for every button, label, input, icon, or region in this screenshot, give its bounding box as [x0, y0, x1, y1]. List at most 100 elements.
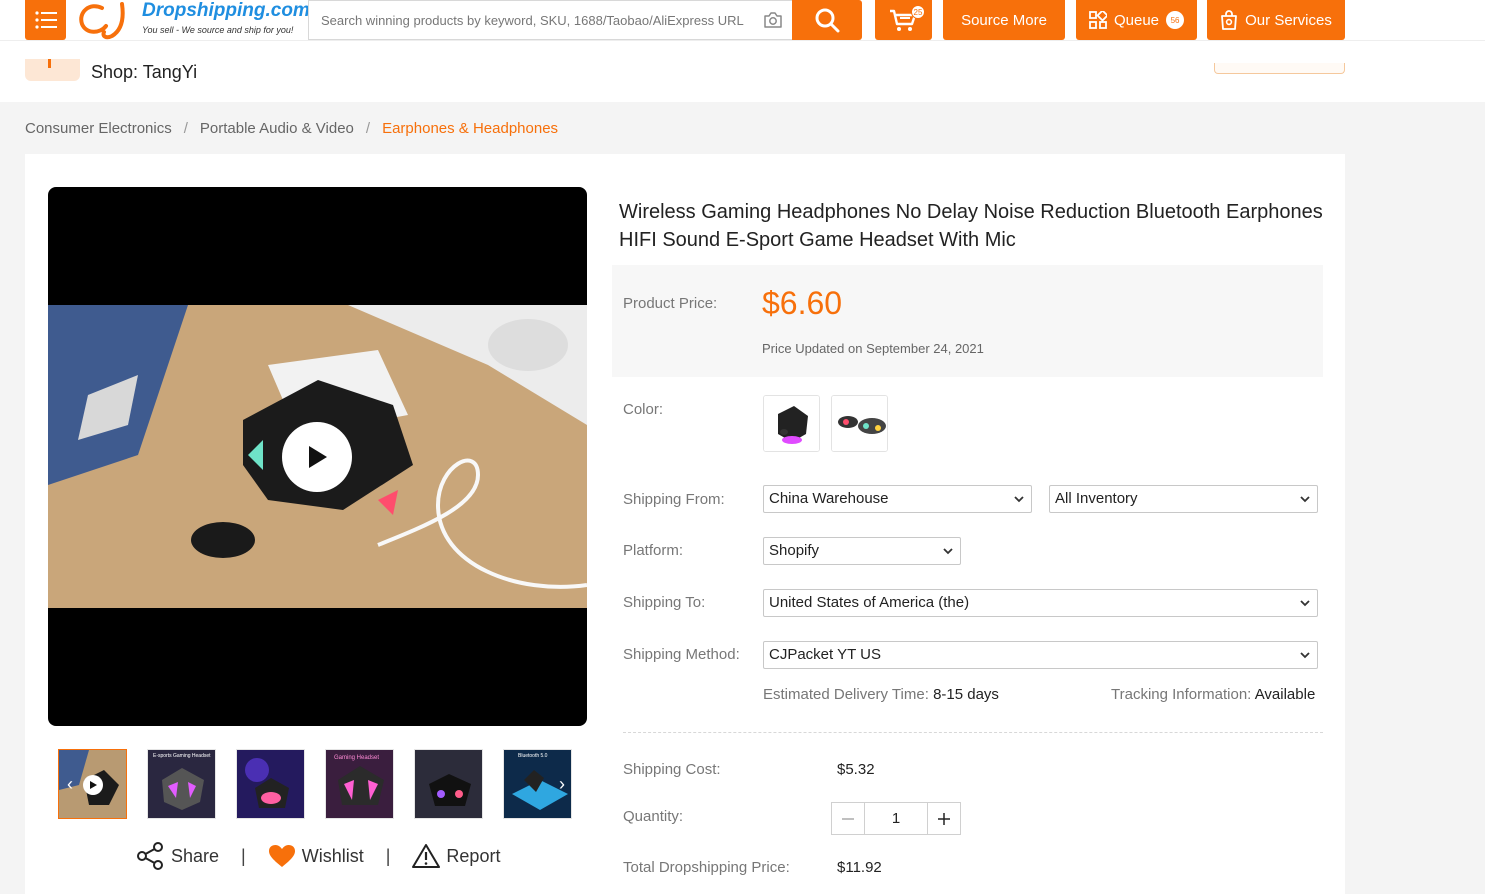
chevron-down-icon	[943, 548, 953, 555]
quantity-input[interactable]	[865, 803, 927, 834]
report-button[interactable]: Report	[412, 843, 500, 869]
heart-icon	[268, 845, 295, 867]
delivery-time: Estimated Delivery Time: 8-15 days	[763, 686, 999, 703]
cj-logo-mark-icon	[79, 2, 125, 40]
thumbnail-image[interactable]: Gaming Headset	[325, 749, 394, 819]
tracking-info: Tracking Information: Available	[1111, 686, 1315, 703]
breadcrumb-separator: /	[365, 120, 371, 137]
breadcrumb: Consumer Electronics / Portable Audio & Vi…	[25, 120, 558, 137]
shop-name[interactable]: Shop: TangYi	[91, 62, 197, 83]
chevron-down-icon	[1300, 652, 1310, 659]
shop-logo[interactable]	[25, 59, 80, 81]
quantity-decrease-button[interactable]	[832, 803, 865, 834]
inventory-value: All Inventory	[1055, 490, 1138, 507]
price-label: Product Price:	[623, 295, 718, 312]
thumbnail-image[interactable]	[236, 749, 305, 819]
play-button[interactable]	[282, 422, 352, 492]
thumbnail-image[interactable]: Bluetooth 5.0 ›	[503, 749, 572, 819]
queue-button[interactable]: Queue 56	[1076, 0, 1197, 40]
shipping-cost-label: Shipping Cost:	[623, 761, 721, 778]
report-label: Report	[446, 845, 501, 866]
camera-search-icon[interactable]	[763, 11, 783, 29]
search-box	[308, 0, 792, 40]
shipping-method-select[interactable]: CJPacket YT US	[763, 641, 1318, 669]
queue-count-badge: 56	[1166, 11, 1185, 29]
thumbnail-image[interactable]	[414, 749, 483, 819]
quantity-increase-button[interactable]	[927, 803, 960, 834]
share-icon	[137, 842, 163, 870]
shipping-cost-value: $5.32	[837, 761, 875, 778]
quantity-stepper	[831, 802, 961, 835]
top-navigation-bar: Dropshipping.com You sell - We source an…	[0, 0, 1485, 40]
thumbnail-video[interactable]: ‹	[58, 749, 127, 819]
total-price-label: Total Dropshipping Price:	[623, 859, 790, 876]
thumbnail-caption: E-sports Gaming Headset	[153, 753, 211, 759]
thumbnail-caption: Bluetooth 5.0	[518, 753, 548, 759]
queue-grid-icon	[1089, 11, 1107, 29]
cart-count-badge: 25	[911, 5, 925, 19]
source-more-button[interactable]: Source More	[943, 0, 1065, 40]
product-title: Wireless Gaming Headphones No Delay Nois…	[619, 201, 1323, 251]
inventory-select[interactable]: All Inventory	[1049, 485, 1318, 513]
chevron-down-icon	[1300, 600, 1310, 607]
minus-icon	[842, 817, 854, 820]
share-label: Share	[171, 845, 220, 866]
list-menu-icon	[34, 11, 57, 29]
platform-value: Shopify	[769, 542, 820, 559]
shipping-to-select[interactable]: United States of America (the)	[763, 589, 1318, 617]
share-button[interactable]: Share	[135, 841, 219, 871]
queue-label: Queue	[1113, 11, 1160, 29]
product-video[interactable]	[48, 187, 587, 726]
shipping-from-label: Shipping From:	[623, 491, 725, 508]
thumbnail-prev-arrow-icon[interactable]: ‹	[62, 774, 78, 794]
our-services-button[interactable]: Our Services	[1207, 0, 1345, 40]
thumbnail-next-arrow-icon[interactable]: ›	[554, 774, 570, 794]
platform-label: Platform:	[623, 542, 684, 559]
search-button[interactable]	[792, 0, 862, 40]
breadcrumb-current[interactable]: Earphones & Headphones	[382, 120, 558, 137]
brand-logo[interactable]: Dropshipping.com You sell - We source an…	[76, 0, 310, 40]
play-icon	[309, 446, 327, 468]
delivery-time-value: 8-15 days	[933, 686, 999, 703]
search-input[interactable]	[309, 1, 759, 39]
quantity-label: Quantity:	[623, 808, 684, 825]
shipping-from-select[interactable]: China Warehouse	[763, 485, 1032, 513]
shipping-to-label: Shipping To:	[623, 594, 706, 611]
shipping-method-label: Shipping Method:	[623, 646, 740, 663]
wishlist-label: Wishlist	[301, 845, 364, 866]
plus-icon	[938, 812, 950, 825]
platform-select[interactable]: Shopify	[763, 537, 961, 565]
action-divider: |	[241, 845, 246, 866]
chevron-down-icon	[1014, 496, 1024, 503]
total-price-value: $11.92	[837, 859, 882, 876]
search-icon	[815, 8, 840, 33]
shipping-method-value: CJPacket YT US	[769, 646, 881, 663]
wishlist-button[interactable]: Wishlist	[268, 844, 364, 868]
chevron-down-icon	[1300, 496, 1310, 503]
thumbnail-image[interactable]: E-sports Gaming Headset	[147, 749, 216, 819]
breadcrumb-item[interactable]: Consumer Electronics	[25, 120, 172, 137]
menu-button[interactable]	[25, 0, 66, 40]
product-price: $6.60	[762, 285, 843, 321]
thumbnail-play-icon	[83, 775, 103, 795]
shop-bar: Shop: TangYi	[0, 40, 1485, 102]
shop-follow-button[interactable]	[1214, 63, 1345, 74]
color-option-1[interactable]	[763, 395, 820, 452]
shipping-to-value: United States of America (the)	[769, 594, 970, 611]
price-updated-text: Price Updated on September 24, 2021	[762, 341, 984, 356]
section-divider	[623, 732, 1323, 733]
cart-button[interactable]: 25	[875, 0, 932, 40]
shipping-from-value: China Warehouse	[769, 490, 889, 507]
color-option-2[interactable]	[831, 395, 888, 452]
source-more-label: Source More	[961, 11, 1047, 29]
brand-name: Dropshipping.com	[142, 0, 310, 21]
breadcrumb-separator: /	[183, 120, 188, 137]
breadcrumb-item[interactable]: Portable Audio & Video	[200, 120, 354, 137]
color-label: Color:	[623, 401, 664, 418]
delivery-time-label: Estimated Delivery Time:	[763, 686, 929, 703]
tracking-info-label: Tracking Information:	[1111, 686, 1252, 703]
tracking-info-value: Available	[1254, 686, 1316, 703]
thumbnail-caption: Gaming Headset	[334, 755, 380, 761]
brand-slogan: You sell - We source and ship for you!	[142, 25, 294, 35]
price-box: Product Price: $6.60 Price Updated on Se…	[612, 265, 1323, 377]
